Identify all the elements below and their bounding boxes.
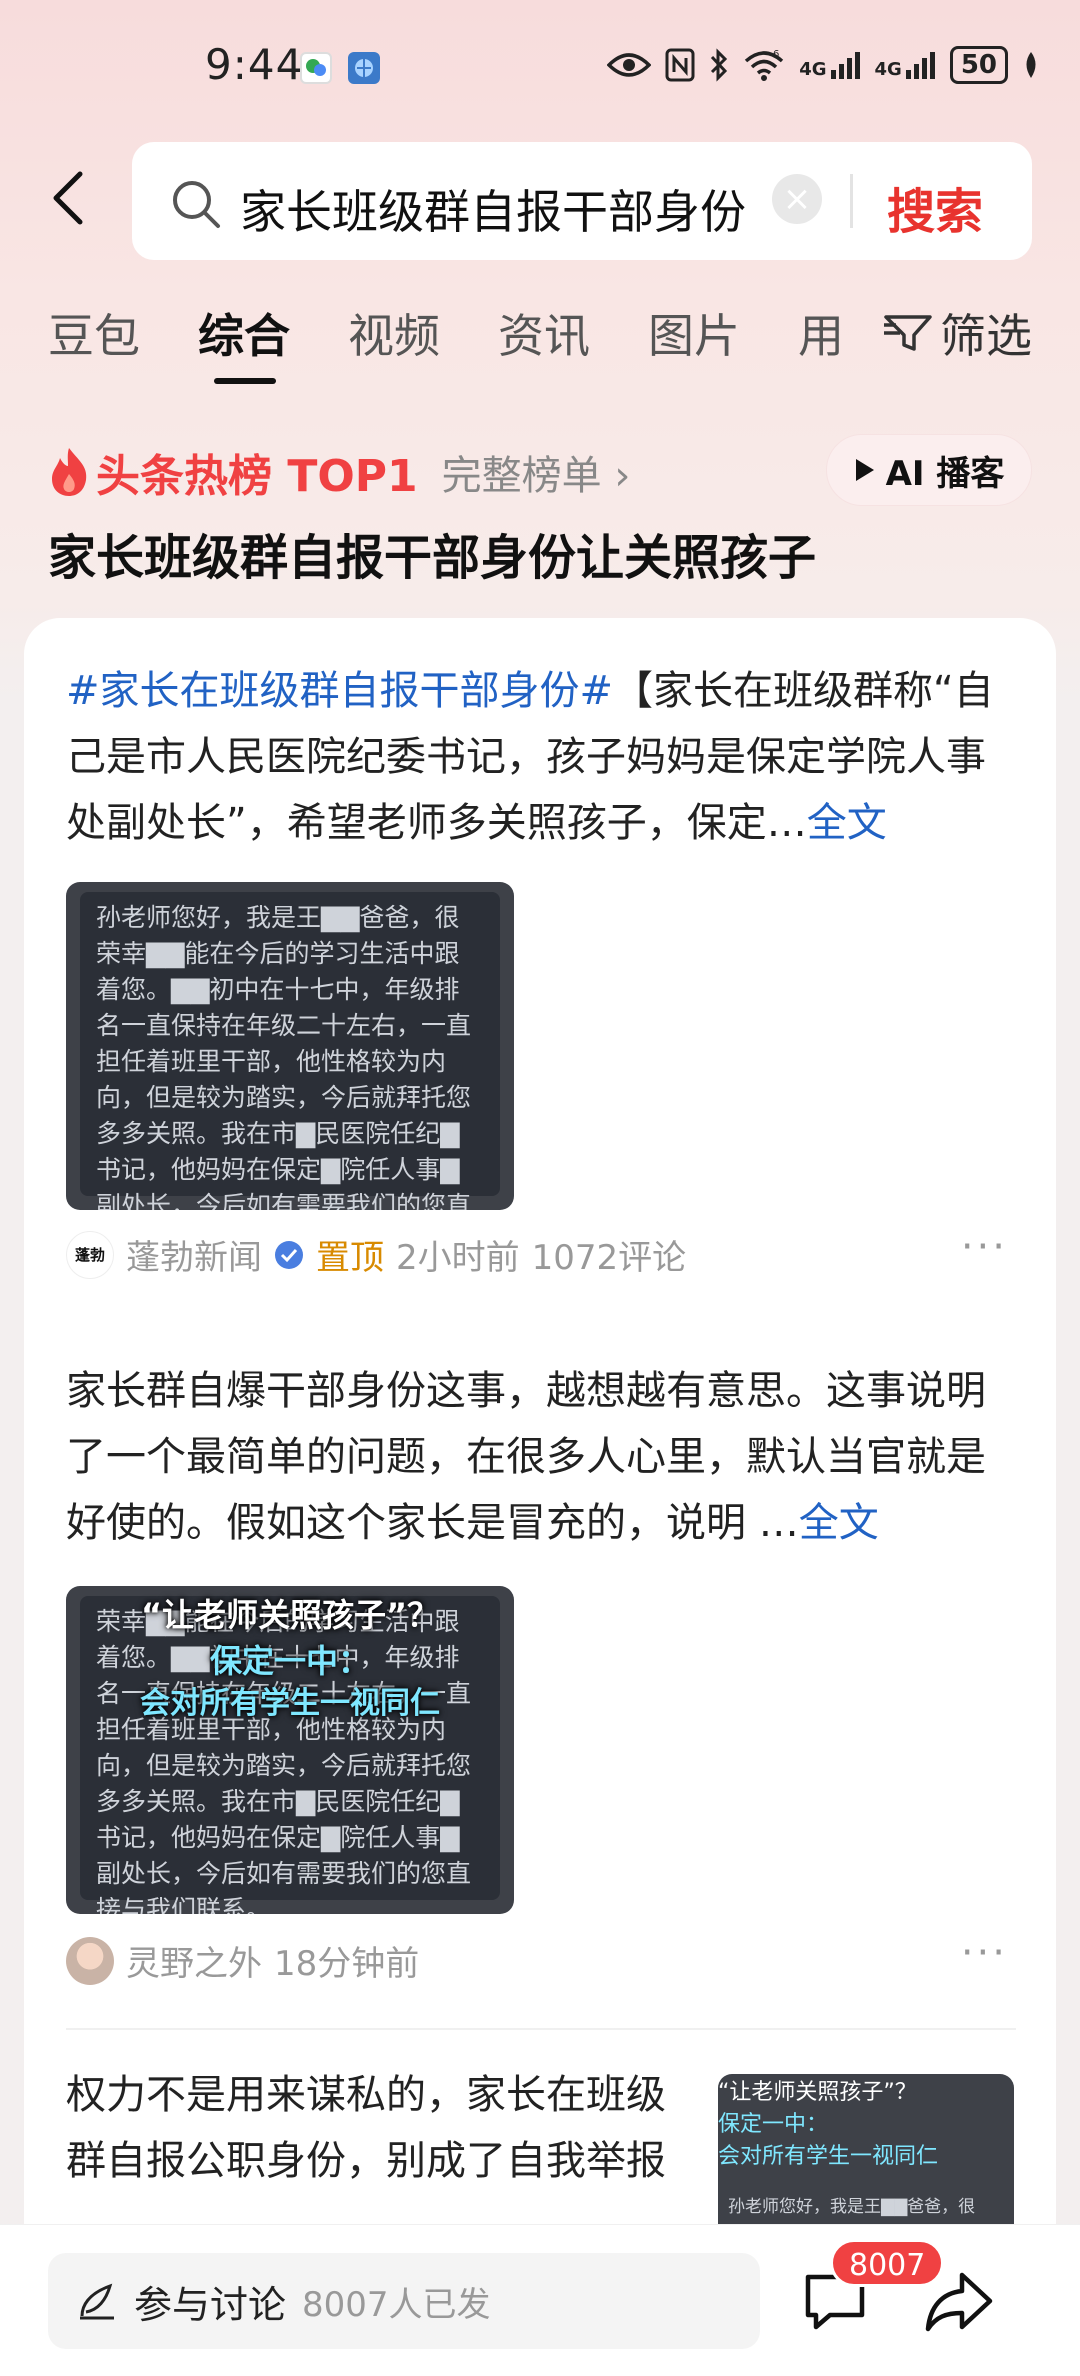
image-overlay-title: “让老师关照孩子”？ (140, 1596, 440, 1634)
tab-video[interactable]: 视频 (348, 300, 440, 366)
divider (850, 174, 853, 228)
chevron-left-icon (53, 171, 83, 225)
source-name[interactable]: 灵野之外 (126, 1936, 262, 1985)
share-icon (925, 2272, 993, 2332)
clear-icon[interactable]: × (772, 174, 822, 224)
post-text[interactable]: 权力不是用来谋私的，家长在班级群自报公职身份，别成了自我举报 (66, 2062, 666, 2246)
source-name[interactable]: 蓬勃新闻 (126, 1230, 262, 1279)
avatar[interactable]: 蓬勃 (66, 1230, 114, 1279)
discuss-label: 参与讨论 (134, 2282, 287, 2327)
flame-icon (52, 448, 87, 496)
image-overlay-title: “让老师关照孩子”？ (718, 2080, 917, 2105)
results-card: #家长在班级群自报干部身份#【家长在班级群称“自己是市人民医院纪委书记，孩子妈妈… (24, 618, 1056, 2258)
image-chat-text: 孙老师您好，我是王▇▇爸爸，很 (728, 2197, 976, 2217)
search-icon (173, 181, 220, 228)
search-bar[interactable]: 家长班级群自报干部身份 × 搜索 (132, 142, 1032, 260)
image-overlay-sub1: 保定一中： (718, 2112, 829, 2137)
post-meta: 蓬勃 蓬勃新闻 置顶 2小时前 1072评论 (66, 1230, 686, 1279)
discuss-input[interactable]: 参与讨论 8007人已发 (48, 2253, 760, 2349)
post-image[interactable]: 孙老师您好，我是王▇▇爸爸，很荣幸▇▇能在今后的学习生活中跟着您。▇▇初中在十七… (66, 882, 514, 1210)
hot-rank-label: 头条热榜 TOP1 (96, 451, 418, 502)
tab-users[interactable]: 用 (798, 300, 844, 366)
tab-doubao[interactable]: 豆包 (48, 300, 140, 366)
verified-icon (275, 1240, 303, 1269)
filter-button[interactable]: 筛选 (882, 300, 1032, 366)
avatar[interactable] (66, 1936, 114, 1985)
divider (66, 2028, 1016, 2030)
more-options-icon[interactable]: ··· (961, 1930, 1008, 1976)
chat-app-icon (300, 52, 332, 84)
share-button[interactable] (922, 2265, 996, 2339)
category-tabs: 豆包 综合 视频 资讯 图片 用 筛选 (0, 300, 1080, 390)
svg-text:6: 6 (773, 49, 779, 60)
wifi-icon: 6 (745, 49, 784, 81)
status-bar: 9:44 6 4G 4G 50 (0, 0, 1080, 130)
post-time: 18分钟前 (274, 1944, 420, 1984)
signal-2: 4G (875, 50, 936, 80)
full-list-link[interactable]: 完整榜单 › (442, 443, 631, 501)
post-time: 2小时前 (396, 1238, 520, 1278)
post-meta: 灵野之外 18分钟前 (66, 1936, 419, 1985)
image-chat-text: 孙老师您好，我是王▇▇爸爸，很荣幸▇▇能在今后的学习生活中跟着您。▇▇初中在十七… (80, 892, 500, 1210)
tab-images[interactable]: 图片 (648, 300, 740, 366)
tab-news[interactable]: 资讯 (498, 300, 590, 366)
filter-label: 筛选 (940, 309, 1032, 363)
leaf-icon (1026, 52, 1036, 78)
post-image[interactable]: “让老师关照孩子”？ 保定一中： 会对所有学生一视同仁 孙老师您好，我是王▇▇爸… (718, 2074, 1014, 2238)
discuss-count: 8007人已发 (302, 2284, 491, 2325)
image-overlay-sub2: 会对所有学生一视同仁 (718, 2144, 939, 2169)
ai-podcast-label: AI 播客 (885, 453, 1005, 494)
globe-app-icon (348, 52, 380, 84)
full-text-link[interactable]: 全文 (799, 1500, 879, 1546)
back-button[interactable] (42, 168, 102, 228)
image-overlay-sub1: 保定一中： (209, 1642, 370, 1680)
hashtag-link[interactable]: #家长在班级群自报干部身份# (66, 668, 613, 714)
bluetooth-icon (711, 48, 728, 82)
post-text[interactable]: 家长群自爆干部身份这事，越想越有意思。这事说明了一个最简单的问题，在很多人心里，… (66, 1358, 1016, 1556)
post-text[interactable]: #家长在班级群自报干部身份#【家长在班级群称“自己是市人民医院纪委书记，孩子妈妈… (66, 658, 1016, 856)
signal-1: 4G (799, 50, 860, 80)
image-overlay-sub2: 会对所有学生一视同仁 (140, 1686, 440, 1721)
eye-icon (607, 53, 652, 77)
pen-icon (80, 2283, 114, 2320)
battery-indicator: 50 (949, 46, 1008, 84)
signal-bars-icon (905, 52, 935, 79)
pinned-badge: 置顶 (316, 1238, 384, 1278)
more-options-icon[interactable]: ··· (961, 1224, 1008, 1270)
filter-icon (884, 315, 932, 351)
ai-podcast-button[interactable]: AI 播客 (826, 434, 1032, 506)
topic-title: 家长班级群自报干部身份让关照孩子 (48, 530, 817, 586)
play-icon (855, 459, 874, 481)
full-text-link[interactable]: 全文 (807, 800, 887, 846)
tab-general[interactable]: 综合 (198, 300, 290, 366)
post-image[interactable]: 荣幸▇▇能在今后的学习生活中跟着您。▇▇初中在十七中，年级排名一直保持在年级二十… (66, 1586, 514, 1914)
tab-active-indicator (214, 378, 276, 384)
status-icons: 6 4G 4G 50 (607, 46, 1040, 84)
signal-bars-icon (830, 52, 860, 79)
post-body: 权力不是用来谋私的，家长在班级群自报公职身份，别成了自我举报 (66, 2072, 666, 2184)
bottom-bar: 参与讨论 8007人已发 8007 (0, 2224, 1080, 2376)
nfc-icon (665, 48, 695, 82)
comment-count: 1072评论 (531, 1238, 687, 1278)
hot-rank-row[interactable]: 头条热榜 TOP1 完整榜单 › (48, 440, 630, 504)
search-button[interactable]: 搜索 (887, 172, 983, 242)
status-time: 9:44 (205, 40, 304, 89)
